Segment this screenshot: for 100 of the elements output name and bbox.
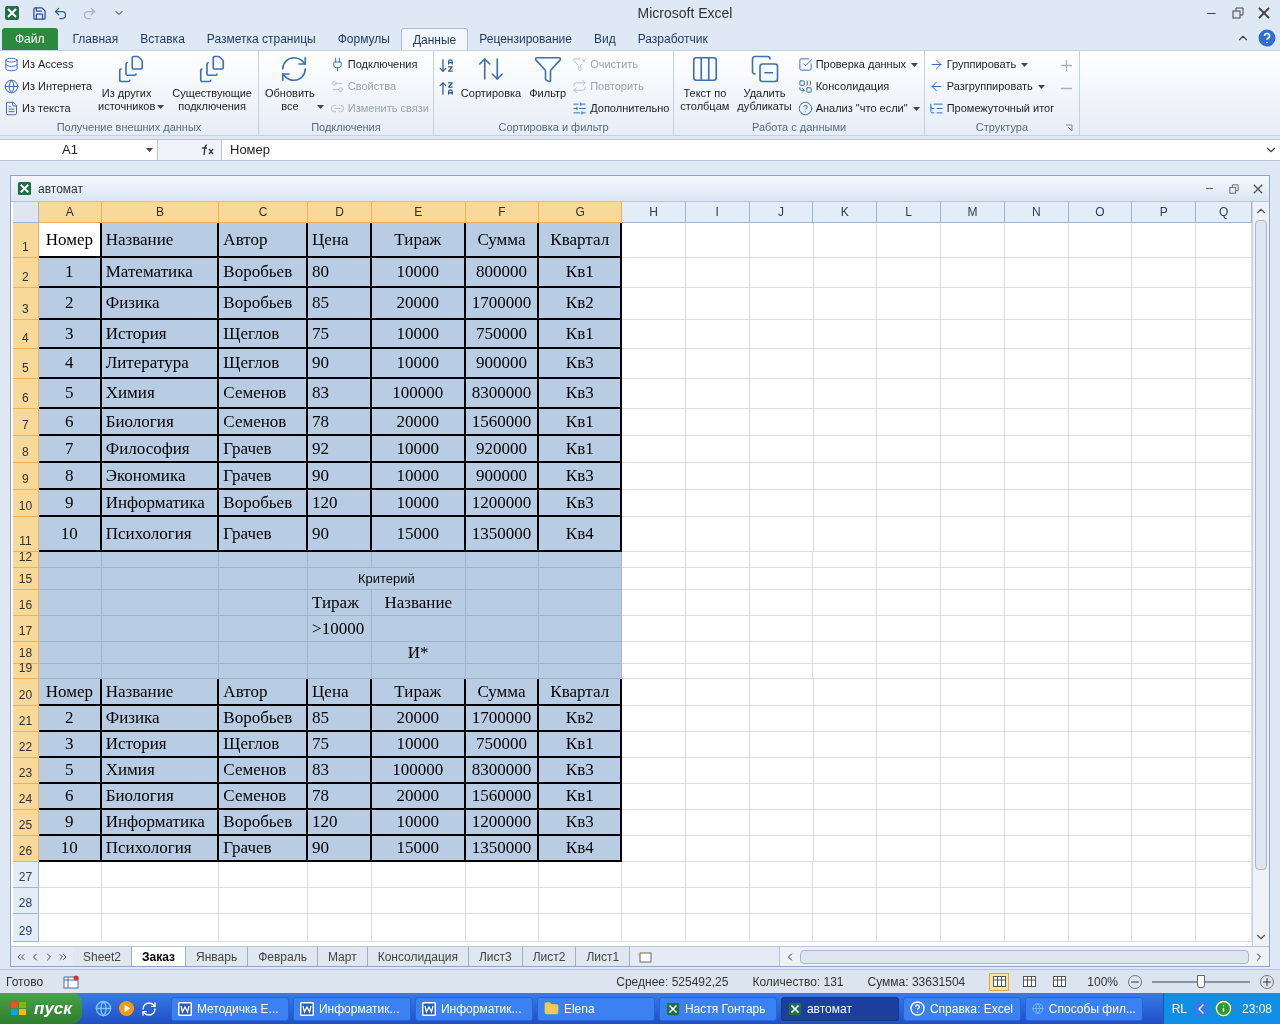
column-header[interactable]: A bbox=[38, 202, 102, 223]
row-header[interactable]: 16 bbox=[13, 590, 39, 616]
column-header[interactable]: K bbox=[813, 202, 878, 223]
save-icon[interactable] bbox=[32, 5, 47, 21]
ribbon-button[interactable]: Подключения bbox=[329, 54, 429, 75]
ribbon-tab[interactable]: Данные bbox=[400, 28, 469, 50]
horizontal-scrollbar[interactable] bbox=[779, 947, 1269, 966]
row-header[interactable]: 29 bbox=[13, 914, 39, 942]
column-header[interactable]: M bbox=[941, 202, 1005, 223]
column-header[interactable]: Q bbox=[1196, 202, 1253, 223]
ribbon-button[interactable]: Из Интернета bbox=[4, 76, 92, 97]
ribbon-button[interactable]: Из текста bbox=[4, 98, 92, 119]
sheet-tab[interactable]: Март bbox=[317, 947, 368, 966]
sheet-tab[interactable]: Январь bbox=[186, 947, 249, 966]
dialog-launcher-icon[interactable] bbox=[1065, 124, 1074, 132]
column-header[interactable]: L bbox=[877, 202, 942, 223]
row-header[interactable]: 3 bbox=[13, 288, 39, 320]
row-header[interactable]: 9 bbox=[13, 463, 39, 490]
ribbon-button[interactable]: Из Access bbox=[4, 54, 92, 75]
close-icon[interactable] bbox=[1258, 7, 1270, 19]
ribbon-large-button[interactable]: Удалить дубликаты bbox=[735, 54, 794, 113]
ribbon-button[interactable]: Анализ "что если" bbox=[797, 98, 920, 119]
row-header[interactable]: 19 bbox=[13, 664, 39, 679]
ribbon-tab[interactable]: Формулы bbox=[326, 28, 401, 50]
column-header[interactable]: G bbox=[539, 202, 623, 223]
sort-ascending-icon[interactable] bbox=[437, 57, 455, 74]
sheet-tab[interactable]: Лист2 bbox=[522, 947, 577, 966]
row-header[interactable]: 23 bbox=[13, 758, 39, 784]
sheet-tab[interactable]: Sheet2 bbox=[73, 947, 133, 966]
taskbar-button[interactable]: Справка: Excel bbox=[902, 996, 1021, 1021]
row-header[interactable]: 17 bbox=[13, 616, 39, 642]
view-button[interactable] bbox=[989, 972, 1010, 991]
ribbon-large-button[interactable]: Сортировка bbox=[458, 54, 524, 100]
taskbar-button[interactable]: автомат bbox=[780, 996, 899, 1021]
row-header[interactable]: 1 bbox=[13, 223, 39, 258]
sync-quick-launch-icon[interactable] bbox=[140, 1000, 157, 1017]
sheet-tab[interactable]: Заказ bbox=[132, 947, 187, 966]
start-button[interactable]: пуск bbox=[0, 993, 82, 1024]
row-header[interactable]: 24 bbox=[13, 784, 39, 810]
column-header[interactable]: I bbox=[685, 202, 750, 223]
zoom-level[interactable]: 100% bbox=[1087, 972, 1118, 991]
sheet-tab[interactable]: Февраль bbox=[248, 947, 318, 966]
ribbon-tab[interactable]: Главная bbox=[61, 28, 130, 50]
ribbon-tab[interactable]: Разработчик bbox=[626, 28, 719, 50]
help-icon[interactable] bbox=[1258, 29, 1276, 47]
row-header[interactable]: 8 bbox=[13, 436, 39, 463]
close-icon[interactable] bbox=[1253, 183, 1263, 194]
column-header[interactable]: D bbox=[308, 202, 372, 223]
ribbon-tab[interactable]: Разметка страницы bbox=[195, 28, 327, 50]
taskbar-button[interactable]: Методичка E... bbox=[170, 996, 289, 1021]
row-header[interactable]: 12 bbox=[13, 552, 39, 568]
show-hidden-icons-icon[interactable] bbox=[1192, 1000, 1209, 1017]
macro-record-icon[interactable] bbox=[63, 974, 80, 989]
column-header[interactable]: N bbox=[1004, 202, 1069, 223]
row-header[interactable]: 4 bbox=[13, 320, 39, 349]
row-header[interactable]: 5 bbox=[13, 349, 39, 379]
undo-icon[interactable] bbox=[53, 5, 68, 21]
ribbon-button[interactable]: Дополнительно bbox=[572, 98, 670, 119]
sort-descending-icon[interactable] bbox=[437, 80, 455, 97]
column-header[interactable]: C bbox=[219, 202, 309, 223]
row-header[interactable]: 26 bbox=[13, 836, 39, 862]
column-header[interactable]: H bbox=[622, 202, 686, 223]
ribbon-large-button[interactable]: Фильтр bbox=[527, 54, 569, 100]
taskbar-button[interactable]: Elena bbox=[536, 996, 655, 1021]
column-header[interactable]: E bbox=[371, 202, 466, 223]
row-header[interactable]: 27 bbox=[13, 862, 39, 888]
ribbon-tab[interactable]: Вид bbox=[582, 28, 627, 50]
row-header[interactable]: 10 bbox=[13, 490, 39, 517]
column-header[interactable]: O bbox=[1068, 202, 1133, 223]
insert-function-icon[interactable] bbox=[201, 144, 215, 156]
ribbon-tab[interactable]: Вставка bbox=[129, 28, 196, 50]
sheet-tab[interactable]: Лист1 bbox=[576, 947, 631, 966]
column-header[interactable]: P bbox=[1132, 202, 1197, 223]
zoom-slider[interactable] bbox=[1152, 974, 1250, 989]
ribbon-large-button[interactable]: Обновить все bbox=[263, 54, 326, 113]
column-header[interactable]: B bbox=[101, 202, 220, 223]
row-header[interactable]: 28 bbox=[13, 888, 39, 914]
ribbon-large-button[interactable]: Текст по столбцам bbox=[678, 54, 732, 113]
row-header[interactable]: 21 bbox=[13, 706, 39, 732]
column-header[interactable]: F bbox=[465, 202, 540, 223]
restore-icon[interactable] bbox=[1229, 183, 1239, 194]
ribbon-large-button[interactable]: Из других источников bbox=[96, 54, 167, 113]
taskbar-button[interactable]: Информатик... bbox=[292, 996, 411, 1021]
row-header[interactable]: 2 bbox=[13, 258, 39, 288]
zoom-slider-thumb[interactable] bbox=[1197, 975, 1205, 988]
media-player-icon[interactable] bbox=[117, 1000, 135, 1017]
ribbon-button[interactable]: Разгруппировать bbox=[928, 76, 1055, 97]
info-icon[interactable] bbox=[1214, 1000, 1232, 1017]
row-header[interactable]: 25 bbox=[13, 810, 39, 836]
row-header[interactable]: 22 bbox=[13, 732, 39, 758]
row-header[interactable]: 6 bbox=[13, 379, 39, 409]
ribbon-large-button[interactable]: Существующие подключения bbox=[170, 54, 254, 113]
row-header[interactable]: 15 bbox=[13, 568, 39, 590]
column-header[interactable]: J bbox=[749, 202, 814, 223]
row-header[interactable]: 11 bbox=[13, 517, 39, 552]
restore-icon[interactable] bbox=[1232, 7, 1244, 19]
ribbon-button[interactable]: Консолидация bbox=[797, 76, 920, 97]
row-header[interactable]: 20 bbox=[13, 679, 39, 706]
taskbar-button[interactable]: Способы фил... bbox=[1024, 996, 1143, 1021]
ribbon-button[interactable]: Промежуточный итог bbox=[928, 98, 1055, 119]
